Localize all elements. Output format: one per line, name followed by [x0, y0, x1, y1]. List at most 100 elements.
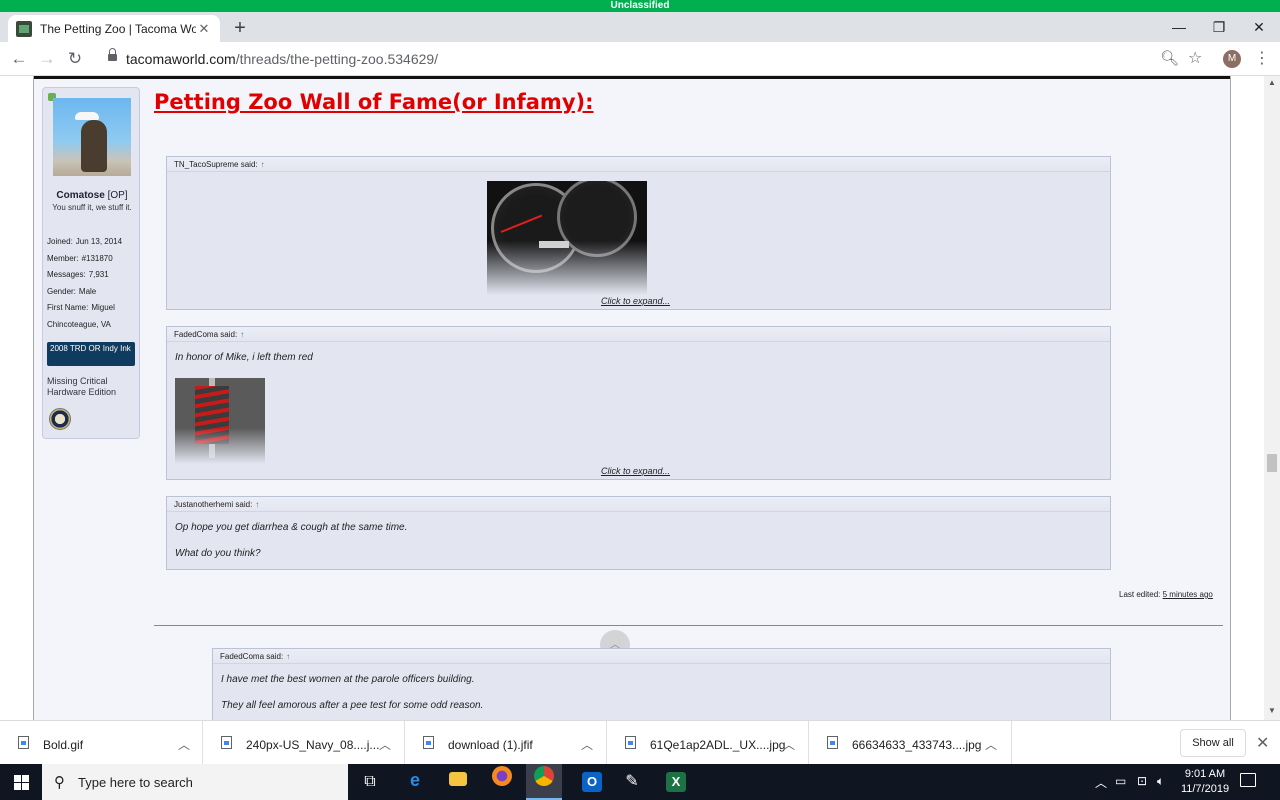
volume-muted-icon[interactable]: 🔈︎: [1157, 774, 1164, 789]
download-filename: download (1).jfif: [448, 738, 533, 752]
start-button[interactable]: [0, 764, 42, 800]
show-all-button[interactable]: Show all: [1180, 729, 1246, 757]
windows-taskbar: ⚲ Type here to search ⧉ e O ✎ X ︿ ▭ ⊡ 🔈︎…: [0, 764, 1280, 800]
stat-value[interactable]: 7,931: [89, 270, 109, 279]
image-fade: [175, 428, 265, 464]
quote-author: FadedComa: [174, 330, 219, 339]
chevron-up-icon[interactable]: ︿: [985, 736, 997, 753]
download-item[interactable]: download (1).jfif ︿: [405, 721, 607, 765]
last-edited-time[interactable]: 5 minutes ago: [1163, 590, 1213, 599]
battery-icon[interactable]: ▭: [1115, 774, 1126, 788]
speedometer-image[interactable]: [487, 181, 647, 295]
chevron-up-icon[interactable]: ︿: [178, 736, 190, 753]
close-icon[interactable]: ✕: [1256, 733, 1269, 753]
quote-jump-icon[interactable]: ↑: [240, 330, 244, 339]
download-item[interactable]: 61Qe1ap2ADL._UX....jpg ︿: [607, 721, 809, 765]
user-avatar[interactable]: [53, 98, 131, 176]
username[interactable]: Comatose [OP]: [43, 190, 141, 201]
user-title: You snuff it, we stuff it.: [52, 203, 132, 212]
stat-label: First Name:: [47, 303, 89, 312]
truck-badge[interactable]: 2008 TRD OR Indy Ink: [47, 342, 135, 366]
download-filename: 61Qe1ap2ADL._UX....jpg: [650, 738, 786, 752]
chevron-up-icon[interactable]: ︿: [783, 736, 795, 753]
quote-said: said:: [220, 330, 238, 339]
quote-jump-icon[interactable]: ↑: [255, 500, 259, 509]
new-tab-button[interactable]: +: [230, 17, 250, 39]
browser-toolbar: ← → ↻ tacomaworld.com/threads/the-pettin…: [0, 42, 1280, 76]
shock-photo-image[interactable]: [175, 378, 265, 464]
stat-value: Chincoteague, VA: [47, 320, 111, 329]
image-file-icon: [625, 736, 636, 749]
stat-value: Jun 13, 2014: [75, 237, 123, 246]
search-placeholder: Type here to search: [78, 775, 193, 790]
taskbar-search[interactable]: ⚲ Type here to search: [42, 764, 348, 800]
excel-icon[interactable]: X: [658, 764, 694, 800]
stat-joined: Joined: Jun 13, 2014: [47, 237, 122, 246]
click-to-expand-link[interactable]: Click to expand...: [601, 466, 670, 476]
quote-said: said:: [235, 500, 253, 509]
system-clock[interactable]: 9:01 AM 11/7/2019: [1178, 767, 1232, 797]
windows-logo-icon: [14, 775, 29, 790]
quote-text: In honor of Mike, i left them red: [175, 352, 313, 363]
quote-jump-icon[interactable]: ↑: [286, 652, 290, 661]
chevron-up-icon[interactable]: ︿: [581, 736, 593, 753]
url-text[interactable]: tacomaworld.com/threads/the-petting-zoo.…: [126, 51, 438, 67]
last-edited: Last edited: 5 minutes ago: [1119, 590, 1213, 599]
scroll-down-icon[interactable]: ▼: [1268, 706, 1276, 715]
quote-text: What do you think?: [175, 548, 261, 559]
firefox-icon[interactable]: [484, 764, 520, 800]
task-view-icon[interactable]: ⧉: [352, 764, 388, 800]
stat-value: Miguel: [91, 303, 115, 312]
op-tag: [OP]: [107, 190, 128, 201]
zoom-icon[interactable]: 🔍︎: [1160, 49, 1179, 67]
quote-block: FadedComa said: ↑ In honor of Mike, i lef…: [166, 326, 1111, 480]
back-arrow-icon[interactable]: ←: [8, 48, 30, 70]
page-scrollbar[interactable]: ▲ ▼: [1264, 76, 1280, 720]
stat-label: Member:: [47, 254, 79, 263]
address-bar[interactable]: tacomaworld.com/threads/the-petting-zoo.…: [100, 46, 1215, 72]
download-item[interactable]: Bold.gif ︿: [0, 721, 203, 765]
download-item[interactable]: 66634633_433743....jpg ︿: [809, 721, 1012, 765]
clock-time: 9:01 AM: [1184, 768, 1226, 780]
outlook-icon[interactable]: O: [574, 764, 610, 800]
network-icon[interactable]: ⊡: [1137, 774, 1147, 788]
quote-author: Justanotherhemi: [174, 500, 234, 509]
edge-icon[interactable]: e: [397, 764, 433, 800]
chevron-up-icon[interactable]: ︿: [379, 736, 391, 753]
quote-text: They all feel amorous after a pee test f…: [221, 700, 484, 711]
scroll-up-icon[interactable]: ▲: [1268, 78, 1276, 87]
quote-jump-icon[interactable]: ↑: [261, 160, 265, 169]
quote-block: FadedComa said: ↑ I have met the best wom…: [212, 648, 1111, 720]
download-item[interactable]: 240px-US_Navy_08....j... ︿: [203, 721, 405, 765]
browser-menu-icon[interactable]: ⋮: [1254, 48, 1270, 68]
file-explorer-icon[interactable]: [440, 764, 476, 800]
window-close-button[interactable]: ✕: [1236, 14, 1280, 40]
bookmark-star-icon[interactable]: ☆: [1188, 48, 1202, 68]
stat-label: Gender:: [47, 287, 76, 296]
quote-said: said:: [240, 160, 258, 169]
post-divider: [154, 625, 1223, 626]
chevron-up-icon[interactable]: ︿: [1095, 774, 1107, 791]
content-column: Comatose [OP] You snuff it, we stuff it.…: [33, 76, 1231, 720]
quote-said: said:: [266, 652, 284, 661]
tab-close-icon[interactable]: ✕: [196, 21, 212, 37]
lock-icon: [108, 48, 117, 63]
truck-edition: Missing Critical Hardware Edition: [47, 376, 117, 397]
forward-arrow-icon[interactable]: →: [36, 48, 58, 70]
stat-messages: Messages: 7,931: [47, 270, 109, 279]
stat-label: Messages:: [47, 270, 86, 279]
reload-icon[interactable]: ↻: [64, 48, 86, 70]
post-title: Petting Zoo Wall of Fame(or Infamy):: [154, 90, 594, 114]
quote-author: TN_TacoSupreme: [174, 160, 239, 169]
click-to-expand-link[interactable]: Click to expand...: [601, 296, 670, 306]
profile-avatar[interactable]: M: [1223, 50, 1241, 68]
notification-icon[interactable]: [1240, 773, 1256, 787]
quote-header: FadedComa said: ↑: [213, 649, 1110, 664]
username-text[interactable]: Comatose: [56, 190, 104, 201]
image-fade: [487, 241, 647, 295]
browser-tab[interactable]: The Petting Zoo | Tacoma World ✕: [8, 15, 220, 42]
pen-icon[interactable]: ✎: [614, 764, 650, 800]
scrollbar-thumb[interactable]: [1267, 454, 1277, 472]
chrome-icon[interactable]: [526, 764, 562, 800]
image-file-icon: [221, 736, 232, 749]
